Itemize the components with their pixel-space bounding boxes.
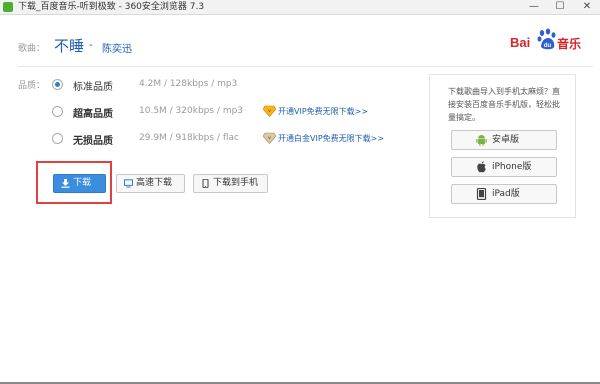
platinum-vip-diamond-icon: V [263,132,276,144]
mobile-app-promo-text: 下载歌曲导入到手机太麻烦？直接安装百度音乐手机版，轻松批量搞定。 [448,87,560,122]
download-to-phone-label: 下载到手机 [213,178,259,188]
quality-option-standard[interactable]: 标准品质 4.2M / 128kbps / mp3 [52,78,432,94]
quality-option-lossless[interactable]: 无损品质 29.9M / 918kbps / flac V 开通白金VIP免费无… [52,132,432,148]
svg-text:V: V [268,108,271,113]
radio-lossless[interactable] [52,133,63,144]
song-title: 不睡 [54,37,85,55]
download-to-phone-button[interactable]: 下载到手机 [193,174,268,193]
download-button-label: 下载 [73,178,92,188]
ipad-app-label: iPad版 [492,189,520,199]
logo-music-text: 音乐 [557,37,582,51]
browser-app-icon [3,2,13,12]
radio-high[interactable] [52,106,63,117]
close-button[interactable]: ✕ [574,0,600,14]
window-title: 下载_百度音乐-听到极致 - 360安全浏览器 7.3 [18,2,205,12]
download-icon [61,179,70,188]
song-label: 歌曲： [18,44,46,54]
download-button[interactable]: 下载 [53,174,106,193]
logo-paw-text: du [544,43,552,49]
window-titlebar: 下载_百度音乐-听到极致 - 360安全浏览器 7.3 — ☐ ✕ [0,0,600,15]
vip-diamond-icon: V [263,105,276,117]
baidu-music-logo[interactable]: Bai du 音乐 [510,26,588,54]
android-app-button[interactable]: 安卓版 [451,130,557,150]
fast-download-label: 高速下载 [136,178,173,188]
radio-standard[interactable] [52,79,63,90]
phone-icon [202,179,209,188]
ipad-icon [476,188,487,200]
quality-info: 29.9M / 918kbps / flac [139,133,239,143]
quality-info: 10.5M / 320kbps / mp3 [139,106,244,116]
quality-option-high[interactable]: 超高品质 10.5M / 320kbps / mp3 V 开通VIP免费无限下载… [52,105,432,121]
fast-download-button[interactable]: 高速下载 [116,174,185,193]
quality-name: 超高品质 [73,109,113,120]
quality-label: 品质： [18,81,46,91]
minimize-button[interactable]: — [521,0,547,14]
android-icon [476,135,487,146]
iphone-app-button[interactable]: iPhone版 [451,157,557,177]
artist-link[interactable]: 陈奕迅 [102,40,132,55]
vip-upgrade-link[interactable]: 开通VIP免费无限下载>> [278,106,368,117]
song-separator: - [89,40,93,51]
android-app-label: 安卓版 [492,135,520,145]
baidu-paw-icon: du [537,28,556,50]
monitor-icon [124,179,133,188]
divider [18,66,593,67]
mobile-app-panel: 下载歌曲导入到手机太麻烦？直接安装百度音乐手机版，轻松批量搞定。 安卓版 iPh… [429,74,576,218]
logo-bai-text: Bai [510,35,531,50]
svg-text:V: V [268,135,271,140]
quality-name: 标准品质 [73,82,113,93]
quality-name: 无损品质 [73,136,113,147]
quality-info: 4.2M / 128kbps / mp3 [139,79,238,89]
maximize-button[interactable]: ☐ [547,0,573,14]
ipad-app-button[interactable]: iPad版 [451,184,557,204]
iphone-app-label: iPhone版 [492,162,532,172]
apple-icon [477,161,486,173]
platinum-vip-upgrade-link[interactable]: 开通白金VIP免费无限下载>> [278,133,384,144]
